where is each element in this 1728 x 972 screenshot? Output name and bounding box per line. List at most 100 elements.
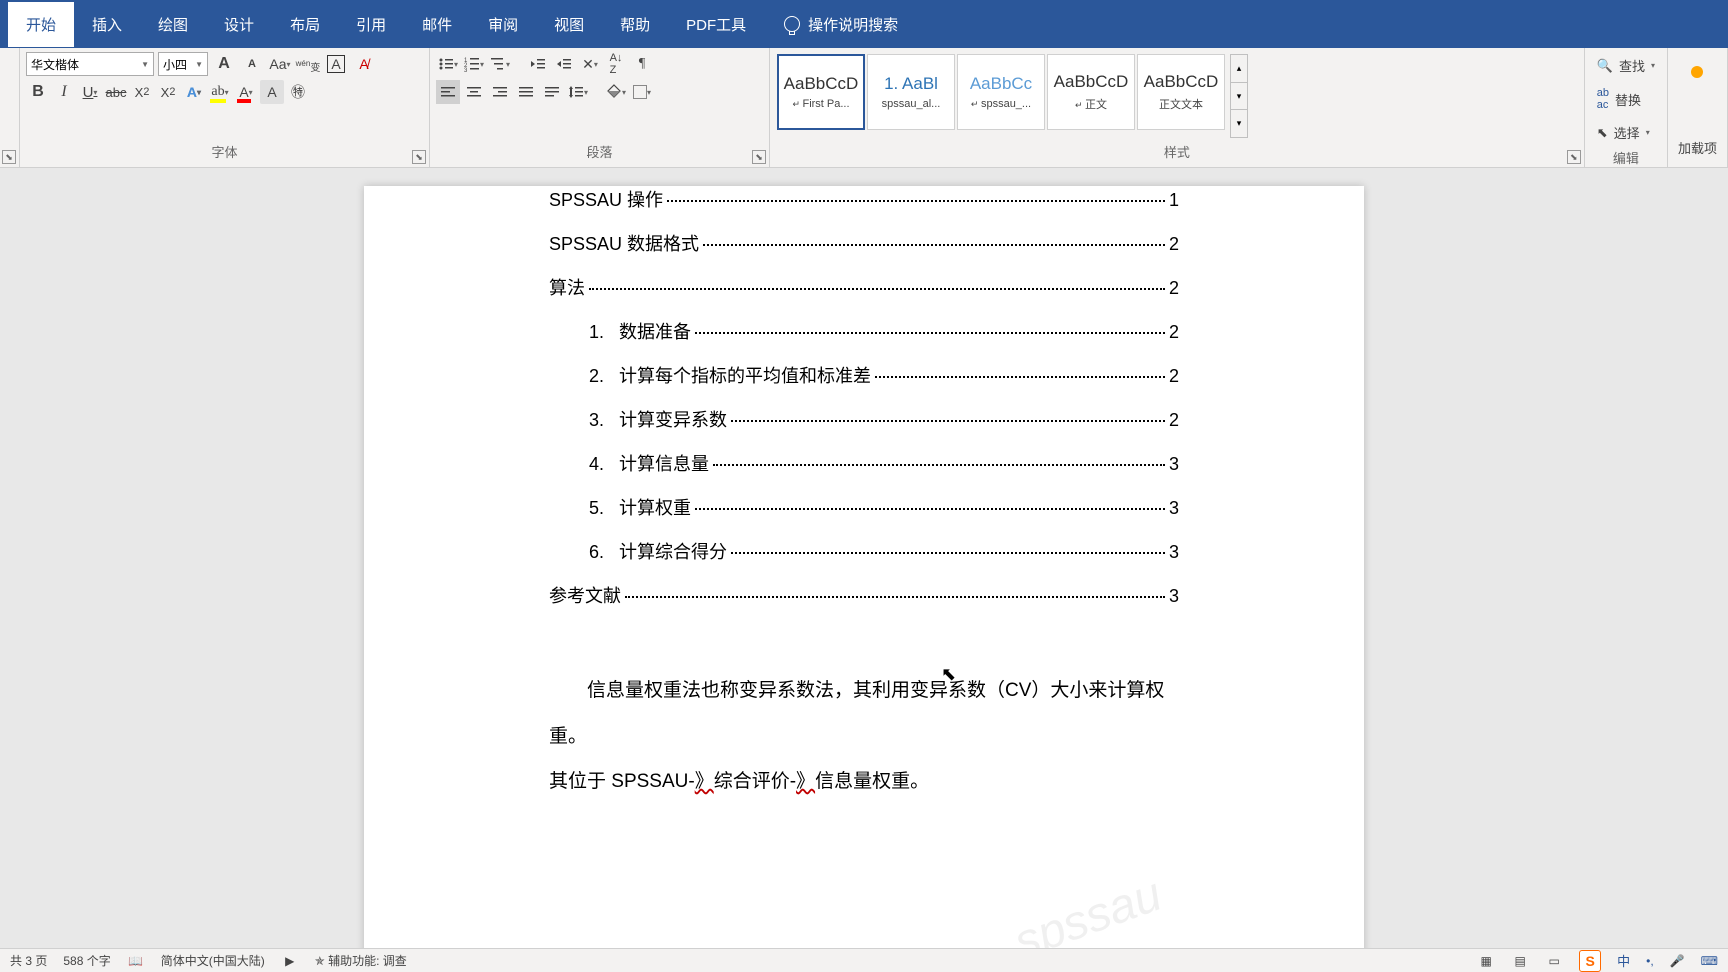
- text-effects-button[interactable]: A▾: [182, 80, 206, 104]
- toc-entry: 3.计算变异系数2: [549, 406, 1179, 432]
- styles-scroll-up[interactable]: ▴: [1231, 55, 1247, 83]
- chevron-down-icon: ▾: [1651, 61, 1655, 70]
- italic-button[interactable]: I: [52, 80, 76, 104]
- character-border-button[interactable]: A: [324, 52, 348, 76]
- select-button[interactable]: ⬉ 选择 ▾: [1595, 119, 1657, 146]
- justify-button[interactable]: [514, 80, 538, 104]
- underline-button[interactable]: U▾: [78, 80, 102, 104]
- phonetic-guide-button[interactable]: wén变: [296, 52, 320, 76]
- styles-scroll-down[interactable]: ▾: [1231, 83, 1247, 111]
- tab-帮助[interactable]: 帮助: [602, 2, 668, 47]
- clear-formatting-button[interactable]: A̸: [352, 52, 376, 76]
- tell-me[interactable]: 操作说明搜索: [764, 14, 898, 35]
- increase-indent-button[interactable]: [552, 52, 576, 76]
- language-status[interactable]: 简体中文(中国大陆): [161, 952, 265, 969]
- font-name-select[interactable]: 华文楷体 ▼: [26, 52, 154, 76]
- cursor-icon: ⬉: [1597, 125, 1608, 141]
- tab-PDF工具[interactable]: PDF工具: [668, 2, 764, 47]
- bold-button[interactable]: B: [26, 80, 50, 104]
- tab-引用[interactable]: 引用: [338, 2, 404, 47]
- bullets-button[interactable]: ▾: [436, 52, 460, 76]
- shading-button[interactable]: ▾: [604, 80, 628, 104]
- clipboard-dialog-launcher[interactable]: ⬊: [2, 150, 16, 164]
- toc-entry: 6.计算综合得分3: [549, 538, 1179, 564]
- font-group-label: 字体: [26, 140, 423, 163]
- table-of-contents: SPSSAU 操作1SPSSAU 数据格式2算法21.数据准备22.计算每个指标…: [549, 186, 1179, 608]
- distributed-button[interactable]: [540, 80, 564, 104]
- style-First Pa...[interactable]: AaBbCcDFirst Pa...: [777, 54, 865, 130]
- tab-插入[interactable]: 插入: [74, 2, 140, 47]
- enclose-characters-button[interactable]: ㊕: [286, 80, 310, 104]
- font-group: 华文楷体 ▼ 小四 ▼ A A Aa▾ wén变 A A̸ B I U▾ abc: [20, 48, 430, 167]
- superscript-button[interactable]: X2: [156, 80, 180, 104]
- read-mode-button[interactable]: ▦: [1477, 953, 1495, 969]
- tab-绘图[interactable]: 绘图: [140, 2, 206, 47]
- character-shading-button[interactable]: A: [260, 80, 284, 104]
- style-正文文本[interactable]: AaBbCcD正文文本: [1137, 54, 1225, 130]
- shrink-font-button[interactable]: A: [240, 52, 264, 76]
- replace-button[interactable]: abac 替换: [1595, 83, 1657, 115]
- asian-layout-button[interactable]: ✕▾: [578, 52, 602, 76]
- svg-text:3: 3: [464, 68, 468, 72]
- decrease-indent-button[interactable]: [526, 52, 550, 76]
- subscript-button[interactable]: X2: [130, 80, 154, 104]
- tab-视图[interactable]: 视图: [536, 2, 602, 47]
- toc-entry: 参考文献3: [549, 582, 1179, 608]
- font-dialog-launcher[interactable]: ⬊: [412, 150, 426, 164]
- addin-icon[interactable]: [1691, 66, 1703, 78]
- change-case-button[interactable]: Aa▾: [268, 52, 292, 76]
- addin-label: 加载项: [1678, 138, 1717, 157]
- styles-scroll: ▴ ▾ ▾: [1230, 54, 1248, 138]
- addins-group: 加载项: [1668, 48, 1728, 167]
- style-正文[interactable]: AaBbCcD正文: [1047, 54, 1135, 130]
- page: SPSSAU 操作1SPSSAU 数据格式2算法21.数据准备22.计算每个指标…: [364, 186, 1364, 948]
- document-area[interactable]: SPSSAU 操作1SPSSAU 数据格式2算法21.数据准备22.计算每个指标…: [0, 168, 1728, 948]
- tab-审阅[interactable]: 审阅: [470, 2, 536, 47]
- styles-dialog-launcher[interactable]: ⬊: [1567, 150, 1581, 164]
- align-left-button[interactable]: [436, 80, 460, 104]
- styles-gallery: AaBbCcDFirst Pa...1. AaBlspssau_al...AaB…: [776, 52, 1226, 132]
- multilevel-list-button[interactable]: ▾: [488, 52, 512, 76]
- sogou-ime-icon[interactable]: S: [1579, 950, 1601, 972]
- body-paragraph: 信息量权重法也称变异系数法，其利用变异系数（CV）大小来计算权重。: [549, 668, 1179, 759]
- style-spssau_...[interactable]: AaBbCcspssau_...: [957, 54, 1045, 130]
- show-marks-button[interactable]: ¶: [630, 52, 654, 76]
- borders-button[interactable]: ▾: [630, 80, 654, 104]
- ime-punct-icon[interactable]: •,: [1646, 954, 1654, 968]
- tell-me-label: 操作说明搜索: [808, 14, 898, 35]
- font-size-select[interactable]: 小四 ▼: [158, 52, 208, 76]
- tab-布局[interactable]: 布局: [272, 2, 338, 47]
- web-layout-button[interactable]: ▭: [1545, 953, 1563, 969]
- style-spssau_al...[interactable]: 1. AaBlspssau_al...: [867, 54, 955, 130]
- chevron-down-icon: ▼: [195, 60, 203, 69]
- strikethrough-button[interactable]: abc: [104, 80, 128, 104]
- mic-icon[interactable]: 🎤: [1670, 954, 1685, 968]
- tab-开始[interactable]: 开始: [8, 2, 74, 47]
- highlight-button[interactable]: ab▾: [208, 80, 232, 104]
- accessibility-status[interactable]: ✯ 辅助功能: 调查: [315, 952, 407, 969]
- styles-group-label: 样式: [776, 140, 1578, 163]
- align-right-button[interactable]: [488, 80, 512, 104]
- spelling-icon[interactable]: 📖: [127, 953, 145, 969]
- styles-expand[interactable]: ▾: [1231, 110, 1247, 137]
- keyboard-icon[interactable]: ⌨: [1701, 954, 1718, 968]
- macro-icon[interactable]: ▶: [281, 953, 299, 969]
- watermark: spssau: [1007, 867, 1169, 948]
- paragraph-dialog-launcher[interactable]: ⬊: [752, 150, 766, 164]
- find-button[interactable]: 🔍 查找 ▾: [1595, 52, 1657, 79]
- page-count[interactable]: 共 3 页: [10, 952, 47, 969]
- numbering-button[interactable]: 123▾: [462, 52, 486, 76]
- grow-font-button[interactable]: A: [212, 52, 236, 76]
- replace-icon: abac: [1597, 87, 1609, 111]
- paragraph-group: ▾ 123▾ ▾ ✕▾ A↓Z ¶ ▾ ▾ ▾ 段: [430, 48, 770, 167]
- tab-设计[interactable]: 设计: [206, 2, 272, 47]
- line-spacing-button[interactable]: ▾: [566, 80, 590, 104]
- font-color-button[interactable]: A▾: [234, 80, 258, 104]
- word-count[interactable]: 588 个字: [63, 952, 110, 969]
- align-center-button[interactable]: [462, 80, 486, 104]
- sort-button[interactable]: A↓Z: [604, 52, 628, 76]
- font-size-value: 小四: [163, 56, 187, 73]
- ime-status[interactable]: 中: [1617, 951, 1630, 970]
- print-layout-button[interactable]: ▤: [1511, 953, 1529, 969]
- tab-邮件[interactable]: 邮件: [404, 2, 470, 47]
